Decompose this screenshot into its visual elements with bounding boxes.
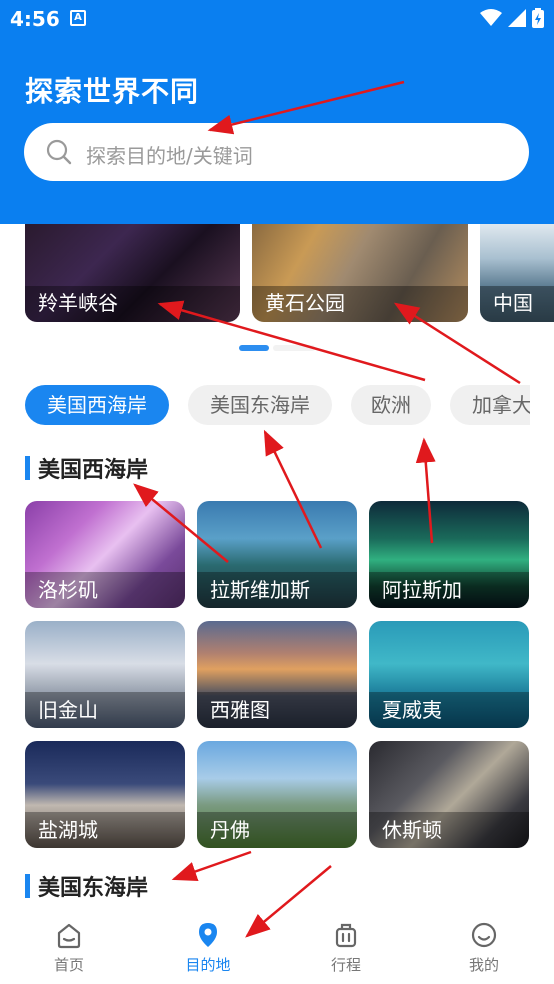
smiley-profile-icon <box>471 922 497 948</box>
city-name: 休斯顿 <box>382 818 442 842</box>
city-name: 西雅图 <box>210 698 270 722</box>
carousel-indicator-track <box>273 345 315 351</box>
home-icon <box>57 923 81 949</box>
city-card[interactable]: 洛杉矶 <box>25 501 185 608</box>
battery-icon <box>532 8 544 28</box>
status-time: 4:56 <box>10 7 60 31</box>
tab-us-west-coast[interactable]: 美国西海岸 <box>25 385 169 425</box>
system-icons <box>480 8 544 28</box>
nav-label: 行程 <box>330 956 361 974</box>
page-title: 探索世界不同 <box>25 75 200 108</box>
nav-itinerary[interactable]: 行程 <box>306 920 386 975</box>
section-title-marker <box>25 874 30 898</box>
banner-card[interactable]: 黄石公园 <box>252 224 468 322</box>
city-card[interactable]: 夏威夷 <box>369 621 529 728</box>
city-name: 旧金山 <box>38 698 98 722</box>
section-title-text: 美国东海岸 <box>38 876 149 901</box>
city-name: 洛杉矶 <box>38 578 98 602</box>
status-bar: 4:56 A <box>0 0 554 36</box>
city-card[interactable]: 丹佛 <box>197 741 357 848</box>
nav-label: 我的 <box>468 956 499 974</box>
section-title-marker <box>25 456 30 480</box>
banner-card[interactable]: 羚羊峡谷 <box>25 224 240 322</box>
header: 4:56 A 探索世界不同 探索目的地/关键词 <box>0 0 554 224</box>
annotation-arrow <box>171 850 252 881</box>
tab-us-east-coast[interactable]: 美国东海岸 <box>188 385 332 425</box>
destination-banner-carousel[interactable]: 羚羊峡谷 黄石公园 中国 <box>0 224 554 322</box>
city-card[interactable]: 拉斯维加斯 <box>197 501 357 608</box>
luggage-icon <box>335 923 357 948</box>
banner-label: 羚羊峡谷 <box>38 291 118 315</box>
nav-profile[interactable]: 我的 <box>444 920 524 975</box>
search-icon <box>46 139 72 165</box>
city-name: 阿拉斯加 <box>382 578 462 602</box>
banner-card[interactable]: 中国 <box>480 224 554 322</box>
cellular-signal-icon <box>508 9 526 27</box>
city-card[interactable]: 盐湖城 <box>25 741 185 848</box>
city-card[interactable]: 阿拉斯加 <box>369 501 529 608</box>
banner-label: 黄石公园 <box>265 291 345 315</box>
city-card[interactable]: 西雅图 <box>197 621 357 728</box>
city-name: 盐湖城 <box>38 818 98 842</box>
section-title: 美国西海岸 <box>25 452 148 484</box>
nav-home[interactable]: 首页 <box>29 920 109 975</box>
city-name: 夏威夷 <box>382 698 442 722</box>
location-pin-icon <box>199 923 217 947</box>
city-card[interactable]: 休斯顿 <box>369 741 529 848</box>
region-tabs: 美国西海岸 美国东海岸 欧洲 加拿大 <box>25 385 530 425</box>
carousel-indicator <box>239 345 315 351</box>
section-title-text: 美国西海岸 <box>38 458 149 483</box>
city-name: 拉斯维加斯 <box>210 578 310 602</box>
city-card[interactable]: 旧金山 <box>25 621 185 728</box>
nav-label: 首页 <box>53 956 84 974</box>
search-placeholder: 探索目的地/关键词 <box>86 144 253 168</box>
city-name: 丹佛 <box>210 818 250 842</box>
banner-label: 中国 <box>493 291 533 315</box>
search-input[interactable]: 探索目的地/关键词 <box>24 123 529 181</box>
nav-label: 目的地 <box>185 956 231 974</box>
section-title: 美国东海岸 <box>25 870 148 902</box>
tab-europe[interactable]: 欧洲 <box>351 385 431 425</box>
nav-destinations[interactable]: 目的地 <box>168 920 248 975</box>
tab-canada[interactable]: 加拿大 <box>450 385 530 425</box>
wifi-icon <box>480 9 502 26</box>
notification-icon: A <box>70 10 86 26</box>
carousel-indicator-active <box>239 345 269 351</box>
bottom-navigation: 首页 目的地 行程 我的 <box>0 906 554 984</box>
